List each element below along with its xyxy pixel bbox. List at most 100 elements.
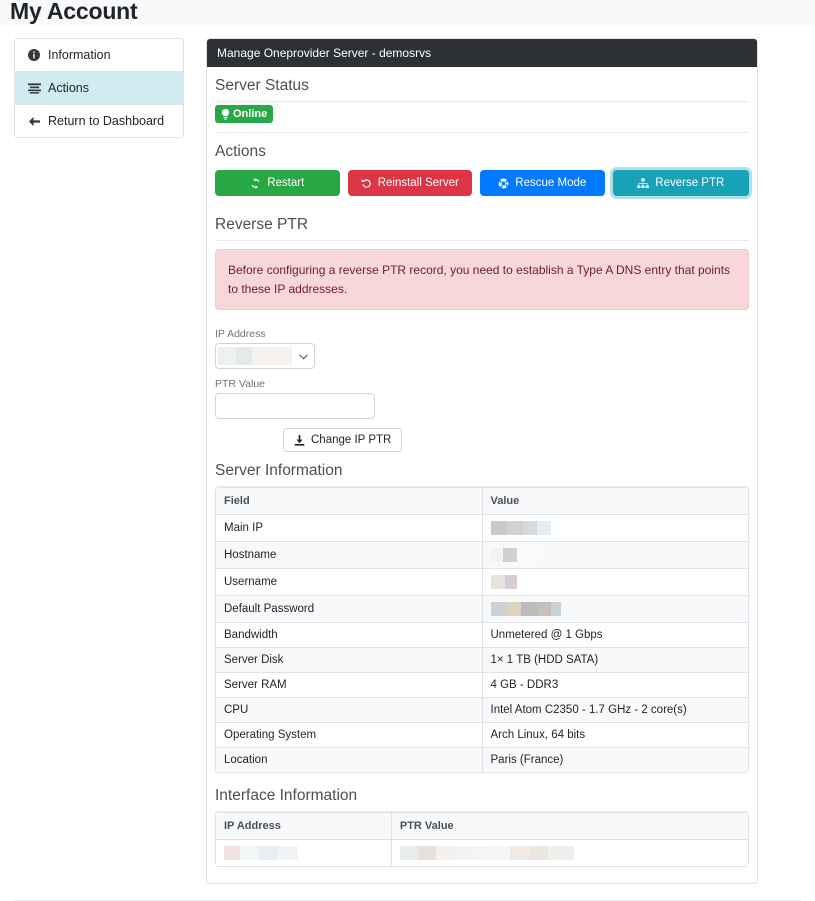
status-badge: Online xyxy=(215,105,274,123)
arrow-left-icon xyxy=(27,116,41,127)
page-layout: Information Actions Return to Dashboard … xyxy=(0,25,815,885)
lightbulb-icon xyxy=(221,108,230,120)
interface-information-table: IP Address PTR Value xyxy=(215,812,749,868)
table-row: Server RAM 4 GB - DDR3 xyxy=(215,672,749,699)
sitemap-icon xyxy=(637,177,650,189)
actions-button-group: Restart Reinstall Server Rescue Mode Rev… xyxy=(215,170,750,196)
cell-ptr-value xyxy=(390,839,749,868)
cell-field: Bandwidth xyxy=(215,622,483,649)
cell-field: Main IP xyxy=(215,514,483,543)
interface-information-heading: Interface Information xyxy=(215,787,358,805)
life-ring-icon xyxy=(498,178,509,189)
undo-icon xyxy=(361,178,372,189)
redacted-ip-value xyxy=(218,347,292,366)
manage-server-card: Manage Oneprovider Server - demosrvs Ser… xyxy=(206,38,758,885)
restart-button[interactable]: Restart xyxy=(215,170,340,196)
cell-value xyxy=(481,514,749,543)
cell-field: Server Disk xyxy=(215,647,483,674)
button-label: Reverse PTR xyxy=(655,177,725,189)
button-label: Reinstall Server xyxy=(377,177,459,189)
page-title: My Account xyxy=(10,0,138,24)
cell-value: Intel Atom C2350 - 1.7 GHz - 2 core(s) xyxy=(481,697,749,724)
table-header-row: Field Value xyxy=(215,487,749,516)
cell-field: Username xyxy=(215,568,483,597)
redacted-value xyxy=(399,846,574,861)
cell-value: Paris (France) xyxy=(481,747,749,774)
column-header-value: Value xyxy=(481,487,749,516)
sidebar-item-label: Information xyxy=(48,48,111,62)
list-icon xyxy=(27,82,41,94)
reinstall-server-button[interactable]: Reinstall Server xyxy=(347,170,473,196)
cell-field: Hostname xyxy=(215,541,483,570)
table-row: Operating System Arch Linux, 64 bits xyxy=(215,722,749,749)
cell-field: Server RAM xyxy=(215,672,483,699)
redacted-value xyxy=(490,575,537,590)
button-label: Rescue Mode xyxy=(515,177,587,189)
ptr-value-label: PTR Value xyxy=(215,378,265,391)
ip-address-form-group: IP Address 2 xyxy=(215,328,749,370)
top-bar: My Account xyxy=(0,0,815,25)
actions-heading: Actions xyxy=(215,143,266,160)
card-header-title: Manage Oneprovider Server - demosrvs xyxy=(207,39,757,67)
divider xyxy=(215,240,749,241)
table-row: Username xyxy=(215,568,749,597)
interface-information-table-body xyxy=(215,839,749,868)
redacted-value xyxy=(224,846,298,861)
table-row: Server Disk 1× 1 TB (HDD SATA) xyxy=(215,647,749,674)
table-row: Bandwidth Unmetered @ 1 Gbps xyxy=(215,622,749,649)
sidebar: Information Actions Return to Dashboard xyxy=(14,38,184,138)
reverse-ptr-alert: Before configuring a reverse PTR record,… xyxy=(215,249,749,311)
card-body: Server Status Online Actions Restart Rei… xyxy=(207,67,757,883)
reverse-ptr-button[interactable]: Reverse PTR xyxy=(612,170,750,196)
cell-field: Operating System xyxy=(215,722,483,749)
cell-value xyxy=(481,541,749,570)
cell-value: 1× 1 TB (HDD SATA) xyxy=(481,647,749,674)
reverse-ptr-heading: Reverse PTR xyxy=(215,216,309,233)
refresh-icon xyxy=(250,177,261,189)
server-information-heading: Server Information xyxy=(215,462,343,480)
server-information-table-wrap: Field Value Main IP Hostname Username Defau… xyxy=(215,487,749,774)
cell-field: Default Password xyxy=(215,595,483,624)
sidebar-item-actions[interactable]: Actions xyxy=(15,72,183,105)
server-information-table-body: Main IP Hostname Username Default Password B… xyxy=(215,514,749,774)
sidebar-item-label: Return to Dashboard xyxy=(48,114,165,128)
ip-address-select-wrap: 2 xyxy=(215,343,315,370)
ptr-value-input[interactable] xyxy=(215,393,375,420)
server-status-heading: Server Status xyxy=(215,77,309,94)
sidebar-item-label: Actions xyxy=(48,81,89,95)
table-row: Hostname xyxy=(215,541,749,570)
interface-information-table-wrap: IP Address PTR Value xyxy=(215,812,749,868)
cell-value: 4 GB - DDR3 xyxy=(481,672,749,699)
download-icon xyxy=(294,434,305,446)
status-badge-label: Online xyxy=(233,108,268,120)
cell-value: Arch Linux, 64 bits xyxy=(481,722,749,749)
cell-ip-address xyxy=(215,839,392,868)
column-header-field: Field xyxy=(215,487,483,516)
change-ip-ptr-button[interactable]: Change IP PTR xyxy=(283,428,403,453)
sidebar-item-return-to-dashboard[interactable]: Return to Dashboard xyxy=(15,105,183,137)
redacted-value xyxy=(490,521,551,536)
table-row: CPU Intel Atom C2350 - 1.7 GHz - 2 core(s… xyxy=(215,697,749,724)
ip-address-label: IP Address xyxy=(215,328,266,341)
table-row: Default Password xyxy=(215,595,749,624)
column-header-ip-address: IP Address xyxy=(215,812,392,841)
sidebar-item-information[interactable]: Information xyxy=(15,39,183,72)
table-row: Main IP xyxy=(215,514,749,543)
table-head: Field Value xyxy=(215,487,749,516)
info-circle-icon xyxy=(27,49,41,61)
cell-field: CPU xyxy=(215,697,483,724)
cell-value xyxy=(481,595,749,624)
change-ip-ptr-row: Change IP PTR xyxy=(215,428,749,453)
server-information-table: Field Value Main IP Hostname Username Defau… xyxy=(215,487,749,774)
cell-value: Unmetered @ 1 Gbps xyxy=(481,622,749,649)
redacted-value xyxy=(490,548,539,563)
server-status-row: Online xyxy=(215,102,749,132)
button-label: Change IP PTR xyxy=(311,434,392,447)
cell-value xyxy=(481,568,749,597)
column-header-ptr-value: PTR Value xyxy=(390,812,749,841)
rescue-mode-button[interactable]: Rescue Mode xyxy=(480,170,605,196)
redacted-value xyxy=(490,602,561,617)
button-label: Restart xyxy=(267,177,305,189)
table-row: Location Paris (France) xyxy=(215,747,749,774)
table-head: IP Address PTR Value xyxy=(215,812,749,841)
